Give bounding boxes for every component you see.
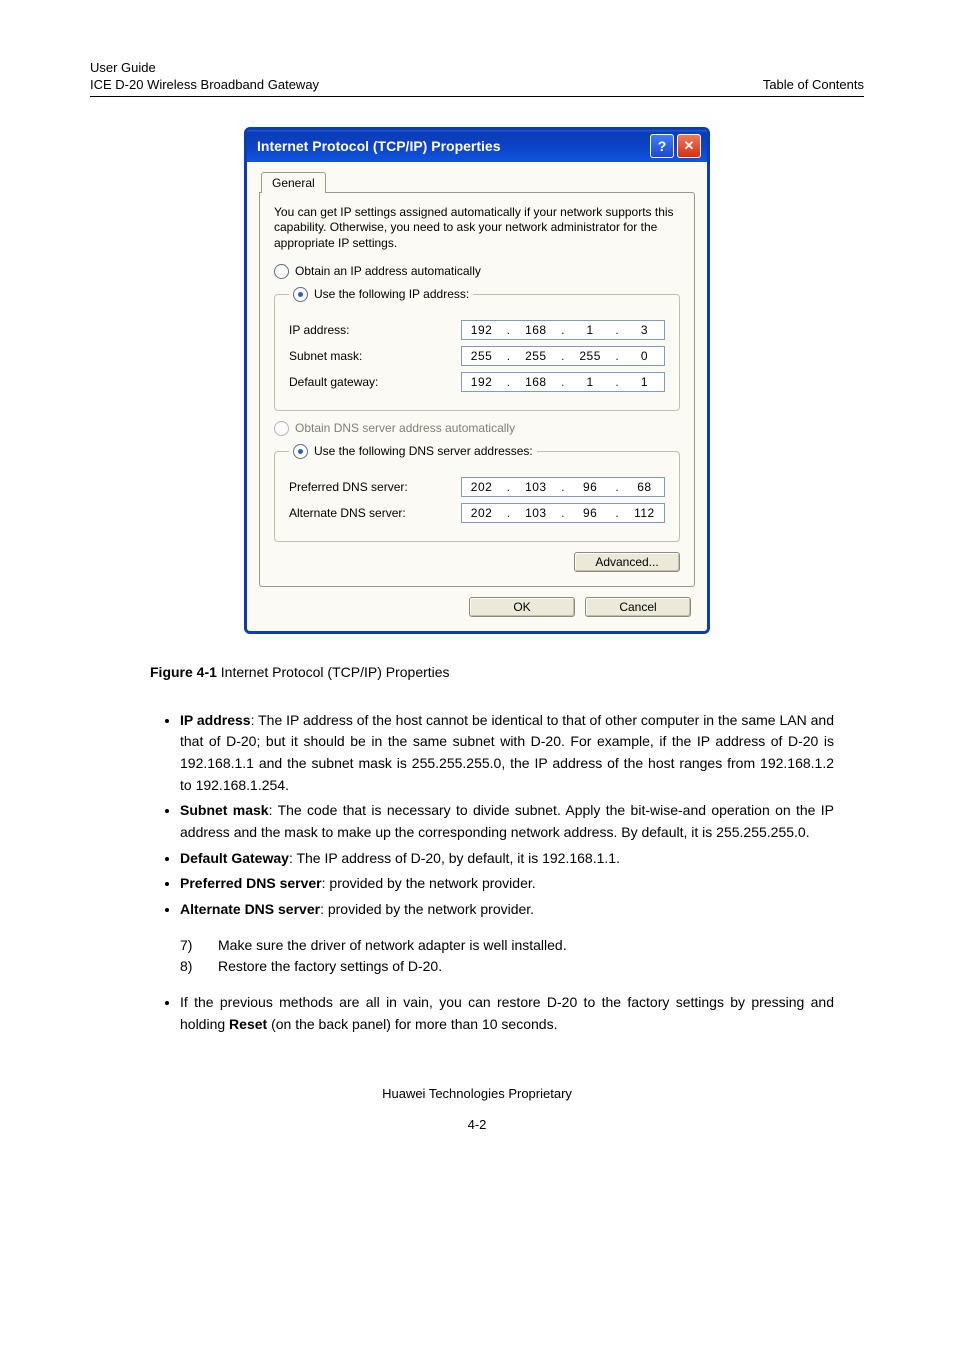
ok-button[interactable]: OK bbox=[469, 597, 575, 617]
list-item: IP address: The IP address of the host c… bbox=[180, 710, 834, 797]
page-header: User Guide ICE D-20 Wireless Broadband G… bbox=[90, 60, 864, 97]
pref-dns-label: Preferred DNS server: bbox=[289, 480, 459, 494]
dialog-body: General You can get IP settings assigned… bbox=[247, 162, 707, 631]
figure-caption: Figure 4-1 Internet Protocol (TCP/IP) Pr… bbox=[150, 664, 864, 680]
radio-icon bbox=[293, 287, 308, 302]
default-gateway-label: Default gateway: bbox=[289, 375, 459, 389]
alt-dns-input[interactable]: 202. 103. 96. 112 bbox=[461, 503, 665, 523]
ip-address-label: IP address: bbox=[289, 323, 459, 337]
figure-label: Figure 4-1 bbox=[150, 664, 217, 680]
pref-dns-input[interactable]: 202. 103. 96. 68 bbox=[461, 477, 665, 497]
cancel-button[interactable]: Cancel bbox=[585, 597, 691, 617]
default-gateway-input[interactable]: 192. 168. 1. 1 bbox=[461, 372, 665, 392]
list-item: If the previous methods are all in vain,… bbox=[180, 992, 834, 1035]
numbered-list: 7)Make sure the driver of network adapte… bbox=[150, 935, 864, 978]
header-line2: ICE D-20 Wireless Broadband Gateway bbox=[90, 77, 319, 94]
list-item: Subnet mask: The code that is necessary … bbox=[180, 800, 834, 843]
radio-use-dns[interactable]: Use the following DNS server addresses: bbox=[293, 444, 533, 459]
radio-use-ip-label: Use the following IP address: bbox=[314, 287, 469, 301]
dialog-title: Internet Protocol (TCP/IP) Properties bbox=[257, 138, 500, 154]
page-number: 4-2 bbox=[90, 1117, 864, 1132]
radio-use-dns-label: Use the following DNS server addresses: bbox=[314, 444, 533, 458]
subnet-mask-input[interactable]: 255. 255. 255. 0 bbox=[461, 346, 665, 366]
ip-address-input[interactable]: 192. 168. 1. 3 bbox=[461, 320, 665, 340]
bullet-list: IP address: The IP address of the host c… bbox=[150, 710, 864, 921]
group-use-ip: Use the following IP address: IP address… bbox=[274, 283, 680, 411]
header-left: User Guide ICE D-20 Wireless Broadband G… bbox=[90, 60, 319, 94]
radio-obtain-dns-label: Obtain DNS server address automatically bbox=[295, 421, 515, 435]
help-icon[interactable]: ? bbox=[650, 134, 674, 158]
dialog-titlebar[interactable]: Internet Protocol (TCP/IP) Properties ? … bbox=[247, 130, 707, 162]
header-line1: User Guide bbox=[90, 60, 319, 77]
alt-dns-label: Alternate DNS server: bbox=[289, 506, 459, 520]
tab-panel-general: You can get IP settings assigned automat… bbox=[259, 192, 695, 587]
list-item: 7)Make sure the driver of network adapte… bbox=[180, 935, 834, 957]
radio-icon bbox=[293, 444, 308, 459]
group-use-dns: Use the following DNS server addresses: … bbox=[274, 440, 680, 542]
list-item: Default Gateway: The IP address of D-20,… bbox=[180, 848, 834, 870]
header-right: Table of Contents bbox=[763, 77, 864, 94]
bullet-list-2: If the previous methods are all in vain,… bbox=[150, 992, 864, 1035]
advanced-button[interactable]: Advanced... bbox=[574, 552, 680, 572]
list-item: Alternate DNS server: provided by the ne… bbox=[180, 899, 834, 921]
tab-general[interactable]: General bbox=[261, 172, 326, 193]
radio-obtain-ip[interactable]: Obtain an IP address automatically bbox=[274, 264, 680, 279]
close-icon[interactable]: ✕ bbox=[677, 134, 701, 158]
list-item: 8)Restore the factory settings of D-20. bbox=[180, 956, 834, 978]
subnet-mask-label: Subnet mask: bbox=[289, 349, 459, 363]
tcpip-properties-dialog: Internet Protocol (TCP/IP) Properties ? … bbox=[244, 127, 710, 634]
footer-text: Huawei Technologies Proprietary bbox=[90, 1086, 864, 1101]
radio-use-ip[interactable]: Use the following IP address: bbox=[293, 287, 469, 302]
radio-icon bbox=[274, 421, 289, 436]
radio-icon bbox=[274, 264, 289, 279]
radio-obtain-dns: Obtain DNS server address automatically bbox=[274, 421, 680, 436]
dialog-description: You can get IP settings assigned automat… bbox=[274, 205, 680, 252]
list-item: Preferred DNS server: provided by the ne… bbox=[180, 873, 834, 895]
figure-caption-text: Internet Protocol (TCP/IP) Properties bbox=[217, 664, 450, 680]
radio-obtain-ip-label: Obtain an IP address automatically bbox=[295, 264, 481, 278]
